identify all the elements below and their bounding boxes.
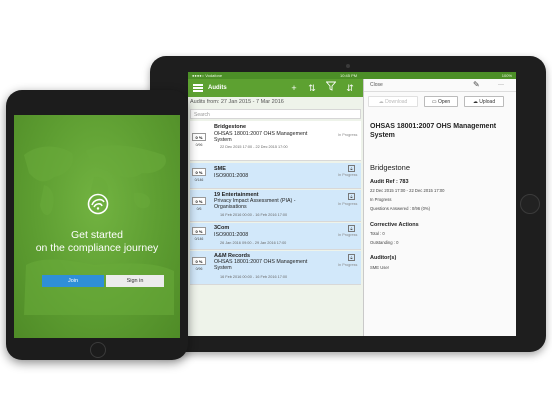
world-map-background — [24, 145, 174, 315]
audit-ref: Audit Ref : 783 — [370, 179, 409, 185]
audit-standard: ISO9001:2008 — [214, 173, 249, 179]
progress-badge: 0 % — [192, 133, 206, 141]
audit-standard: OHSAS 18001:2007 OHS Management System — [214, 131, 308, 144]
battery-label: 100% — [501, 73, 512, 78]
search-input[interactable]: Search — [190, 109, 361, 119]
question-count: 0/6 — [196, 207, 202, 211]
question-count: 0/96 — [195, 143, 203, 147]
audit-row[interactable]: 0 % 0/6 19 Entertainment Privacy Impact … — [190, 190, 361, 222]
sort-icon[interactable]: ⇅ — [306, 81, 318, 95]
menu-icon[interactable] — [193, 84, 203, 92]
audit-status: In Progress — [338, 133, 358, 137]
clock: 10:45 PM — [340, 73, 358, 78]
audit-company: SME — [214, 166, 226, 172]
question-count: 0/96 — [195, 267, 203, 271]
audit-status: In Progress — [338, 233, 358, 237]
headline-line-1: Get started — [71, 229, 123, 241]
audit-row[interactable]: 0 % 0/146 3Com ISO9001:2008 26 Jan 2016 … — [190, 223, 361, 250]
corrective-actions-title: Corrective Actions — [370, 222, 419, 228]
open-label: Open — [437, 99, 451, 105]
welcome-screen: Get started on the compliance journey Jo… — [14, 115, 180, 338]
lock-icon: 🔒︎ — [348, 225, 355, 232]
add-icon[interactable]: + — [288, 81, 300, 95]
lock-icon: 🔒︎ — [348, 254, 355, 261]
question-count: 0/146 — [194, 237, 204, 241]
lock-icon: 🔒︎ — [348, 193, 355, 200]
audit-dates: 16 Feb 2016 00:00 - 16 Feb 2016 17:00 — [220, 275, 288, 279]
audit-row[interactable]: 0 % 0/96 Bridgestone OHSAS 18001:2007 OH… — [190, 121, 361, 161]
carrier-label: ●●●●○ Vodafone — [192, 73, 223, 78]
status-bar: ●●●●○ Vodafone 10:45 PM 100% — [188, 72, 516, 79]
download-label: Download — [385, 99, 408, 105]
more-icon[interactable]: ··· — [498, 79, 504, 91]
audit-dates: 16 Feb 2016 00:00 - 16 Feb 2016 17:00 — [220, 213, 288, 217]
welcome-headline: Get started on the compliance journey — [14, 229, 180, 255]
headline-line-2: on the compliance journey — [35, 242, 159, 254]
audit-status: In Progress — [338, 173, 358, 177]
join-button[interactable]: Join — [42, 275, 104, 287]
audit-row[interactable]: 0 % 0/146 SME ISO9001:2008 🔒︎ In Progres… — [190, 163, 361, 189]
detail-dates: 22 Dec 2015 17:00 - 22 Dec 2015 17:00 — [370, 188, 445, 193]
progress-badge: 0 % — [192, 168, 206, 176]
audit-company: Bridgestone — [214, 124, 247, 130]
filter-icon[interactable] — [325, 81, 337, 95]
download-button[interactable]: ☁ Download — [368, 96, 418, 107]
ca-outstanding: Outstanding : 0 — [370, 240, 399, 245]
close-button[interactable]: Close — [370, 79, 383, 91]
ca-total: Total : 0 — [370, 231, 385, 236]
auditor-name: SME User — [370, 265, 390, 270]
app-logo — [87, 193, 109, 215]
audit-status: In Progress — [338, 263, 358, 267]
audit-company: 3Com — [214, 225, 230, 231]
audits-toolbar: Audits + ⇅ ⇵ — [188, 79, 363, 97]
audit-standard: ISO9001:2008 — [214, 232, 249, 238]
audit-dates: 22 Dec 2015 17:00 - 22 Dec 2015 17:00 — [220, 145, 288, 149]
camera — [346, 64, 350, 68]
ipad-portrait-device: Get started on the compliance journey Jo… — [6, 90, 188, 360]
home-button[interactable] — [90, 342, 106, 358]
open-button[interactable]: ▭ Open — [424, 96, 458, 107]
detail-company: Bridgestone — [370, 163, 411, 172]
progress-badge: 0 % — [192, 227, 206, 235]
auditors-title: Auditor(s) — [370, 255, 397, 261]
question-count: 0/146 — [194, 178, 204, 182]
detail-status: In Progress — [370, 197, 392, 202]
detail-standard: OHSAS 18001:2007 OHS Management System — [370, 123, 497, 139]
ipad-landscape-device: ●●●●○ Vodafone 10:45 PM 100% Audits + ⇅ … — [150, 56, 546, 352]
upload-button[interactable]: ☁ Upload — [464, 96, 504, 107]
audits-list-pane: Audits + ⇅ ⇵ Audits from: 27 Jan 2015 - … — [188, 79, 363, 336]
detail-header: Close ✎ ··· — [364, 79, 516, 92]
audit-standard: Privacy Impact Assessment (PIA) - Organi… — [214, 198, 296, 211]
lock-icon: 🔒︎ — [348, 165, 355, 172]
audit-standard: OHSAS 18001:2007 OHS Management System — [214, 259, 308, 272]
page-title: Audits — [208, 85, 227, 91]
audit-row[interactable]: 0 % 0/96 A&M Records OHSAS 18001:2007 OH… — [190, 251, 361, 285]
progress-badge: 0 % — [192, 197, 206, 205]
date-range-label: Audits from: 27 Jan 2015 - 7 Mar 2016 — [190, 99, 284, 105]
home-button[interactable] — [520, 194, 540, 214]
sign-in-button[interactable]: Sign in — [106, 275, 164, 287]
audit-status: In Progress — [338, 202, 358, 206]
sync-icon[interactable]: ⇵ — [344, 81, 356, 95]
edit-icon[interactable]: ✎ — [473, 79, 480, 91]
ipad-landscape-screen: ●●●●○ Vodafone 10:45 PM 100% Audits + ⇅ … — [188, 72, 516, 336]
questions-answered: Questions Answered : 0/96 (0%) — [370, 206, 431, 211]
progress-badge: 0 % — [192, 257, 206, 265]
audit-dates: 26 Jan 2016 09:00 - 29 Jan 2016 17:00 — [220, 241, 287, 245]
audit-detail-pane: Close ✎ ··· ☁ Download ▭ Open ☁ Upload O… — [364, 79, 516, 336]
upload-label: Upload — [479, 99, 496, 105]
